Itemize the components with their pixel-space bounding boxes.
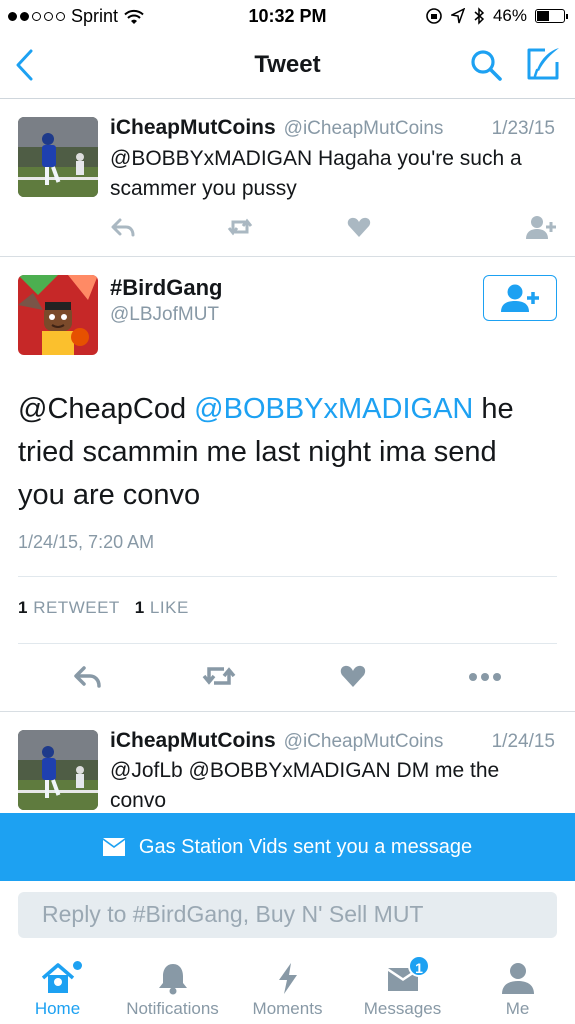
person-icon — [501, 963, 534, 994]
tweet-action-bar — [110, 214, 556, 244]
reply-bar: Reply to #BirdGang, Buy N' Sell MUT — [0, 881, 575, 949]
tweet-stats: 1 RETWEET 1 LIKE — [18, 598, 189, 618]
username[interactable]: @iCheapMutCoins — [284, 118, 444, 140]
tweet-date: 1/23/15 — [491, 118, 555, 139]
tab-label: Messages — [363, 999, 442, 1018]
divider — [18, 576, 557, 577]
orientation-lock-icon — [426, 8, 442, 24]
reply-icon[interactable] — [72, 662, 102, 690]
tab-messages[interactable]: 1 Messages — [345, 949, 460, 1024]
like-label: LIKE — [144, 598, 189, 617]
battery-percent: 46% — [492, 6, 527, 25]
tweet-text: @CheapCod @BOBBYxMADIGAN he tried scammi… — [18, 388, 547, 517]
tweet-text: @BOBBYxMADIGAN Hagaha you're such a scam… — [110, 147, 522, 200]
search-icon[interactable] — [469, 48, 503, 82]
username[interactable]: @iCheapMutCoins — [284, 731, 444, 753]
status-indicators: 46% — [425, 6, 568, 26]
follow-button[interactable] — [483, 275, 557, 321]
reply-icon[interactable] — [110, 214, 136, 240]
tab-bar: Home Notifications Moments 1 Messages Me — [0, 949, 575, 1024]
cartoon-avatar-image — [18, 275, 98, 355]
retweet-icon[interactable] — [227, 214, 253, 240]
location-icon — [450, 8, 465, 24]
unread-badge: 1 — [408, 955, 430, 977]
text-segment: @CheapCod — [18, 393, 195, 425]
divider — [18, 643, 557, 644]
lightning-icon — [278, 963, 297, 994]
battery-icon — [535, 9, 568, 23]
envelope-icon — [102, 838, 125, 856]
new-content-dot — [73, 961, 82, 970]
like-heart-icon[interactable] — [346, 214, 372, 240]
mention-link[interactable]: @BOBBYxMADIGAN — [194, 393, 473, 425]
tweet-reply-parent[interactable]: iCheapMutCoins @iCheapMutCoins 1/23/15 @… — [0, 99, 575, 256]
status-bar: Sprint 10:32 PM 46% — [0, 0, 575, 34]
tab-me[interactable]: Me — [460, 949, 575, 1024]
compose-tweet-icon[interactable] — [525, 46, 561, 82]
bell-icon — [158, 964, 187, 995]
avatar[interactable] — [18, 730, 98, 810]
more-options-icon[interactable] — [468, 662, 502, 690]
display-name[interactable]: iCheapMutCoins — [110, 729, 276, 753]
battery-level — [537, 11, 549, 21]
tab-moments[interactable]: Moments — [230, 949, 345, 1024]
tweet-header: iCheapMutCoins @iCheapMutCoins 1/23/15 — [110, 116, 555, 140]
football-player-avatar-image — [18, 730, 98, 810]
tab-notifications[interactable]: Notifications — [115, 949, 230, 1024]
tab-label: Moments — [252, 999, 323, 1018]
likes-stat[interactable]: 1 LIKE — [135, 598, 189, 617]
tab-label: Me — [505, 999, 530, 1018]
divider — [0, 256, 575, 257]
tab-home[interactable]: Home — [0, 949, 115, 1024]
tweet-header: iCheapMutCoins @iCheapMutCoins 1/24/15 — [110, 729, 555, 753]
reply-input[interactable]: Reply to #BirdGang, Buy N' Sell MUT — [18, 892, 557, 938]
like-count: 1 — [134, 598, 145, 617]
message-notification-banner[interactable]: Gas Station Vids sent you a message — [0, 813, 575, 881]
follow-user-icon[interactable] — [526, 214, 556, 240]
like-heart-icon[interactable] — [339, 662, 367, 690]
tab-label: Notifications — [126, 999, 219, 1018]
tweet-text: @JofLb @BOBBYxMADIGAN DM me the convo — [110, 759, 500, 812]
username[interactable]: @LBJofMUT — [110, 304, 219, 326]
navigation-bar: Tweet — [0, 34, 575, 99]
bluetooth-icon — [474, 7, 485, 25]
tweet-date: 1/24/15 — [491, 731, 555, 752]
avatar[interactable] — [18, 117, 98, 197]
display-name[interactable]: #BirdGang — [110, 275, 222, 301]
football-player-avatar-image — [18, 117, 98, 197]
retweet-icon[interactable] — [202, 662, 236, 690]
tweet-reply[interactable]: iCheapMutCoins @iCheapMutCoins 1/24/15 @… — [0, 711, 575, 813]
tab-label: Home — [34, 999, 81, 1018]
retweet-label: RETWEET — [27, 598, 120, 617]
follow-user-icon — [501, 284, 539, 312]
home-icon — [41, 963, 74, 993]
retweets-stat[interactable]: 1 RETWEET — [18, 598, 120, 617]
retweet-count: 1 — [18, 598, 28, 617]
avatar[interactable] — [18, 275, 98, 355]
tweet-timestamp: 1/24/15, 7:20 AM — [18, 532, 155, 552]
banner-text: Gas Station Vids sent you a message — [138, 835, 473, 858]
display-name[interactable]: iCheapMutCoins — [110, 116, 276, 140]
